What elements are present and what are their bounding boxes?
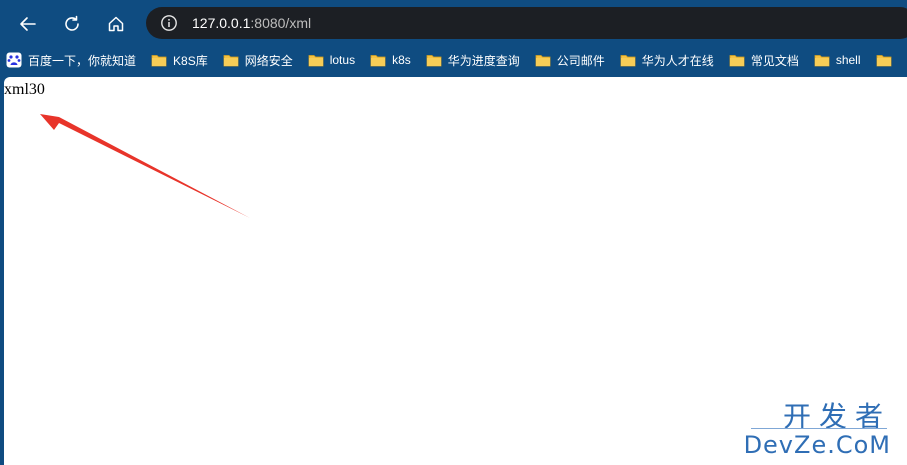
- folder-icon: [151, 53, 167, 67]
- bookmark-item[interactable]: K8S库: [145, 48, 215, 72]
- folder-icon: [426, 53, 442, 67]
- info-icon[interactable]: [160, 14, 178, 32]
- bookmark-item[interactable]: shell: [808, 48, 868, 72]
- arrow-left-icon: [20, 17, 36, 31]
- page-viewport: xml30 开发者 DevZe.CoM: [4, 77, 907, 465]
- bookmark-item[interactable]: k8s: [364, 48, 418, 72]
- bookmark-label: 华为人才在线: [641, 53, 714, 68]
- bookmark-label: 常见文档: [750, 53, 799, 68]
- url-text[interactable]: 127.0.0.1:8080/xml: [192, 15, 311, 31]
- bookmark-label: 百度一下，你就知道: [28, 53, 137, 68]
- folder-icon: [876, 53, 892, 67]
- bookmarks-bar: 百度一下，你就知道 K8S库 网络安全 lotus k8s 华为进度查询 公司邮件 华为人才在…: [0, 46, 907, 74]
- folder-icon: [620, 53, 636, 67]
- url-path: :8080/xml: [250, 15, 312, 31]
- baidu-paw-icon: [6, 52, 22, 68]
- bookmark-item[interactable]: [870, 48, 905, 72]
- site-watermark: 开发者 DevZe.CoM: [743, 395, 899, 459]
- bookmark-item[interactable]: lotus: [302, 48, 362, 72]
- bookmark-label: 华为进度查询: [447, 53, 520, 68]
- bookmark-label: lotus: [329, 53, 356, 67]
- bookmark-item[interactable]: 华为进度查询: [420, 48, 527, 72]
- back-button[interactable]: [12, 8, 44, 40]
- watermark-english: DevZe.CoM: [743, 431, 891, 459]
- home-button[interactable]: [100, 8, 132, 40]
- bookmark-item[interactable]: 公司邮件: [529, 48, 612, 72]
- folder-icon: [535, 53, 551, 67]
- browser-toolbar: 127.0.0.1:8080/xml: [0, 0, 907, 46]
- reload-icon: [65, 15, 79, 31]
- bookmark-item[interactable]: 网络安全: [217, 48, 300, 72]
- reload-button[interactable]: [56, 8, 88, 40]
- folder-icon: [814, 53, 830, 67]
- folder-icon: [308, 53, 324, 67]
- bookmark-item[interactable]: 华为人才在线: [614, 48, 721, 72]
- bookmark-label: shell: [835, 53, 861, 67]
- bookmark-label: K8S库: [173, 53, 208, 68]
- watermark-chinese: 开发者: [782, 400, 891, 433]
- bookmark-label: 公司邮件: [556, 53, 605, 68]
- folder-icon: [223, 53, 239, 67]
- annotation-arrow: [40, 114, 250, 218]
- address-bar[interactable]: 127.0.0.1:8080/xml: [146, 7, 907, 39]
- folder-icon: [729, 53, 745, 67]
- url-host: 127.0.0.1: [192, 15, 251, 31]
- home-icon: [108, 16, 124, 32]
- bookmark-item[interactable]: 常见文档: [723, 48, 806, 72]
- watermark-divider: [751, 428, 887, 429]
- bookmark-label: 网络安全: [244, 53, 293, 68]
- bookmark-item[interactable]: 百度一下，你就知道: [0, 48, 143, 72]
- bookmark-label: k8s: [392, 53, 411, 67]
- folder-icon: [370, 53, 386, 67]
